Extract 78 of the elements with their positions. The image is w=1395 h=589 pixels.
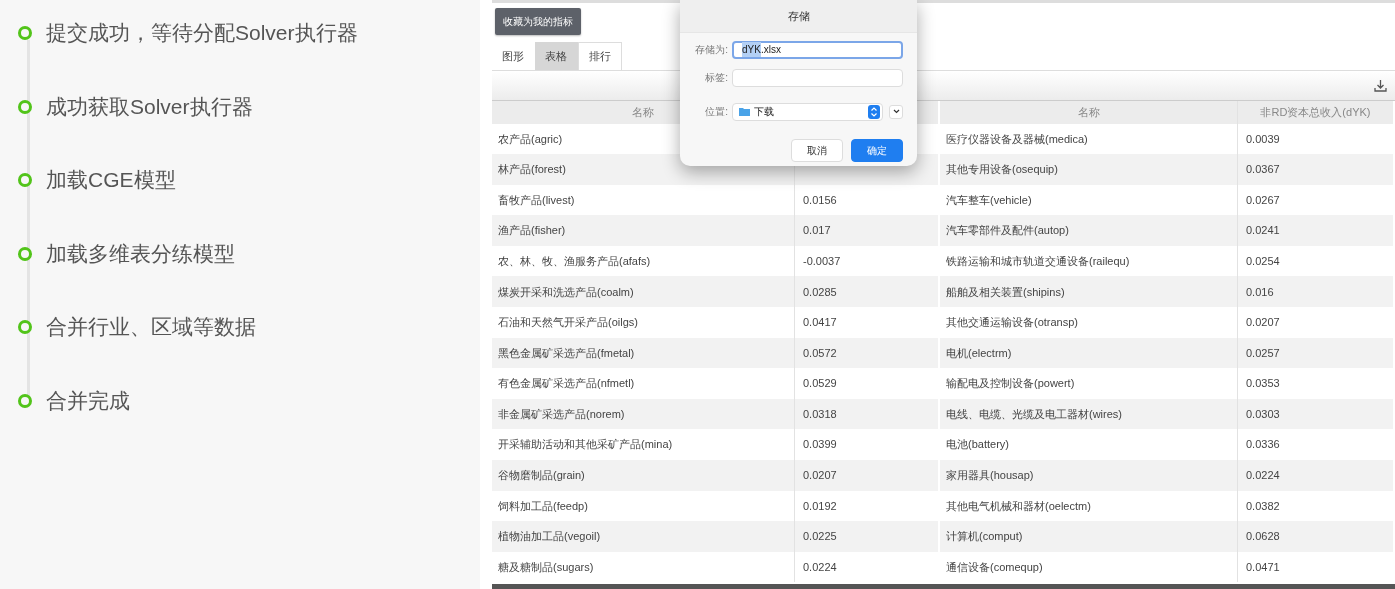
column-header: 名称 — [940, 100, 1238, 124]
step-status-icon — [18, 99, 32, 114]
step-status-icon — [18, 320, 32, 334]
table-cell: 糖及糖制品(sugars) — [492, 551, 795, 583]
table-cell: 非金属矿采选产品(norem) — [492, 398, 795, 430]
step-label: 加载CGE模型 — [46, 167, 176, 193]
table-cell-text: 0.0318 — [802, 406, 838, 422]
table-cell-text: 0.0267 — [1245, 192, 1281, 208]
step-status-icon — [18, 26, 32, 40]
table-cell: 电线、电缆、光缆及电工器材(wires) — [940, 398, 1238, 430]
table-cell-text: 0.0417 — [802, 315, 838, 331]
table-cell-text: 0.0039 — [1245, 131, 1281, 147]
table-cell-text: -0.0037 — [802, 253, 842, 269]
table-cell-text: 0.0192 — [802, 498, 838, 514]
table-cell-text: 0.0254 — [1245, 253, 1281, 269]
step-label: 成功获取Solver执行器 — [46, 93, 253, 120]
step-label: 合并完成 — [46, 387, 130, 414]
tags-field[interactable] — [732, 68, 903, 87]
table-cell-text: 0.016 — [1245, 284, 1275, 300]
table-cell-text: 0.0156 — [802, 192, 838, 208]
table-cell: 其他交通运输设备(otransp) — [940, 307, 1238, 338]
table-cell-text: 0.0471 — [1245, 559, 1281, 575]
table-cell: 黑色金属矿采选产品(fmetal) — [492, 337, 795, 369]
table-cell-text: 0.0367 — [1245, 162, 1281, 178]
table-cell: 植物油加工品(vegoil) — [492, 521, 795, 552]
table-cell: 输配电及控制设备(powert) — [940, 368, 1238, 399]
table-cell: 有色金属矿采选产品(nfmetl) — [492, 368, 795, 399]
cancel-button[interactable]: 取消 — [791, 138, 843, 162]
table-cell-text: 0.0285 — [802, 284, 838, 300]
expand-button[interactable] — [889, 104, 903, 119]
table-cell: 船舶及相关装置(shipins) — [940, 276, 1238, 308]
table-cell-text: 0.0382 — [1245, 498, 1281, 514]
filename-field[interactable]: dYK.xlsx — [732, 40, 903, 59]
field-label: 标签: — [704, 71, 729, 85]
table-cell-text: 0.0529 — [802, 376, 838, 392]
step-label: 加载多维表分练模型 — [46, 240, 235, 267]
tab[interactable]: 表格 — [535, 42, 578, 70]
confirm-button[interactable]: 确定 — [851, 138, 903, 162]
table-cell: 电机(electrm) — [940, 337, 1238, 369]
table-cell: 家用器具(housap) — [940, 460, 1238, 491]
column-header: 非RD资本总收入(dYK) — [1259, 104, 1372, 120]
table-cell-text: 0.0224 — [802, 559, 838, 575]
table-cell: 渔产品(fisher) — [492, 215, 795, 246]
table-cell-text: 0.0257 — [1245, 345, 1281, 361]
step-label: 提交成功，等待分配Solver执行器 — [46, 20, 358, 46]
table-cell-text: 0.0353 — [1245, 376, 1281, 392]
table-cell: 石油和天然气开采产品(oilgs) — [492, 307, 795, 338]
step-label: 合并行业、区域等数据 — [46, 314, 256, 340]
field-label: 位置: — [704, 105, 729, 119]
table-cell-text: 0.0399 — [802, 437, 838, 453]
step-status-icon — [18, 393, 32, 408]
step-status-icon — [18, 173, 32, 187]
table-cell: 其他专用设备(osequip) — [940, 154, 1238, 185]
field-label: 存储为: — [694, 43, 729, 57]
download-icon[interactable] — [1374, 78, 1387, 92]
table-cell: 通信设备(comequp) — [940, 551, 1238, 583]
table-cell-text: 0.017 — [802, 223, 832, 239]
table-cell-text: 0.0207 — [1245, 315, 1281, 331]
step-status-icon — [18, 246, 32, 261]
table-cell-text: 0.0224 — [1245, 468, 1281, 484]
tab[interactable]: 排行 — [578, 42, 622, 70]
table-cell-text: 0.0303 — [1245, 406, 1281, 422]
stepper-icon — [868, 104, 880, 119]
chevron-icon — [892, 109, 900, 114]
table-cell-text: 0.0207 — [802, 468, 838, 484]
dialog-title: 存储 — [680, 0, 917, 33]
folder-icon — [739, 107, 750, 116]
table-cell-text: 0.0628 — [1245, 529, 1281, 545]
table-cell: 煤炭开采和洗选产品(coalm) — [492, 276, 795, 308]
table-cell-text: 0.0572 — [802, 345, 838, 361]
table-cell-text: 0.0241 — [1245, 223, 1281, 239]
table-cell: 谷物磨制品(grain) — [492, 460, 795, 491]
table-cell-text: 0.0336 — [1245, 437, 1281, 453]
table-cell: 汽车零部件及配件(autop) — [940, 215, 1238, 246]
table-cell-text: 0.0225 — [802, 529, 838, 545]
location-select[interactable]: 下载 — [732, 102, 883, 121]
table-cell: 计算机(comput) — [940, 521, 1238, 552]
favorite-button[interactable]: 收藏为我的指标 — [495, 8, 581, 35]
